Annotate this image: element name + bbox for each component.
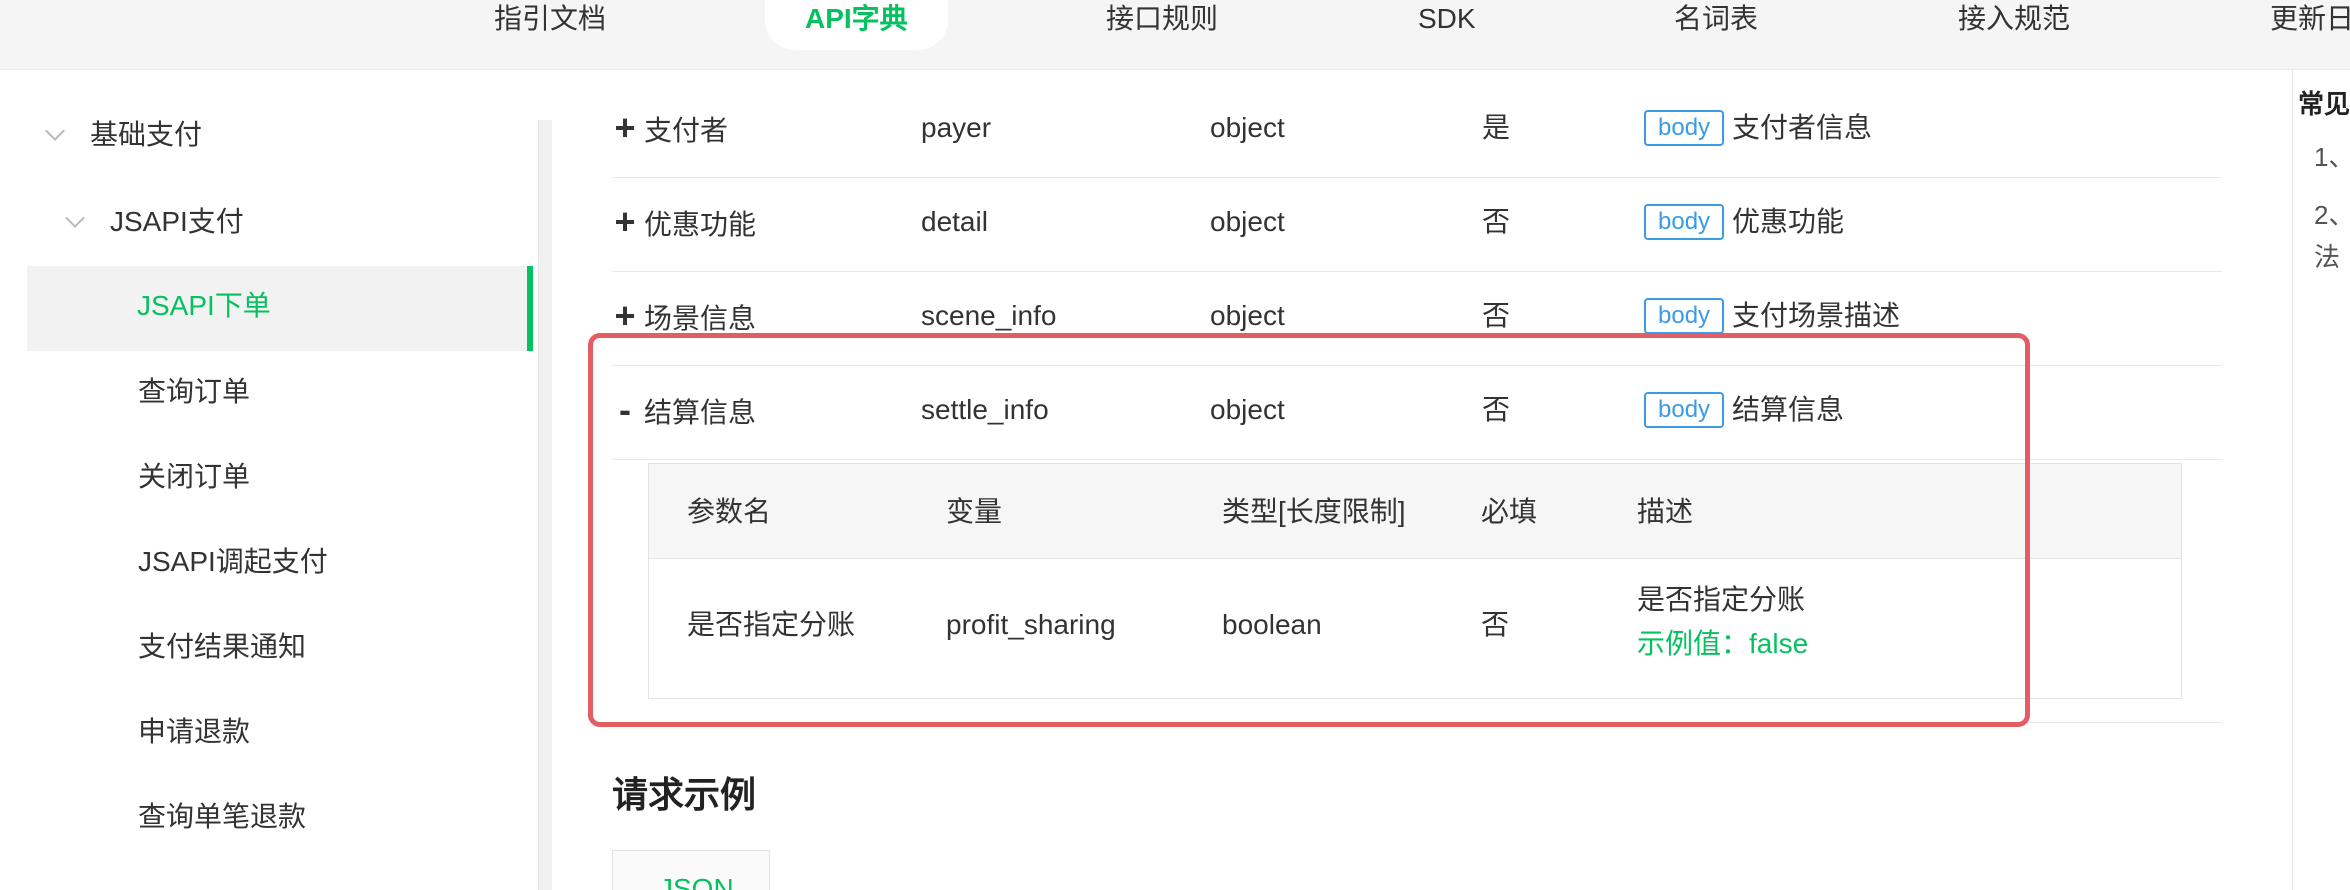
nav-tab-changelog[interactable]: 更新日 bbox=[2270, 0, 2350, 50]
right-panel-divider bbox=[2292, 70, 2293, 890]
body-tag: body bbox=[1644, 204, 1725, 240]
request-example-title: 请求示例 bbox=[612, 774, 757, 815]
top-nav: 指引文档 API字典 接口规则 SDK 名词表 接入规范 更新日 bbox=[0, 0, 2350, 70]
param-name: 场景信息 bbox=[644, 303, 757, 334]
param-name: 优惠功能 bbox=[644, 209, 757, 240]
sidebar-item-jsapi-order[interactable]: JSAPI下单 bbox=[27, 266, 533, 351]
nav-tab-glossary[interactable]: 名词表 bbox=[1674, 0, 1758, 50]
param-name-cell[interactable]: + 优惠功能 bbox=[612, 178, 756, 272]
tab-json[interactable]: JSON bbox=[612, 850, 770, 890]
right-panel-item[interactable]: 2、 bbox=[2314, 196, 2350, 234]
sidebar-item-close-order[interactable]: 关闭订单 bbox=[138, 457, 250, 497]
sidebar-item-refund[interactable]: 申请退款 bbox=[138, 712, 250, 752]
expand-icon[interactable]: + bbox=[612, 108, 638, 148]
nav-tab-api-rules[interactable]: 接口规则 bbox=[1106, 0, 1218, 50]
nav-tab-api-dictionary[interactable]: API字典 bbox=[765, 0, 948, 50]
sidebar-item-jsapi-invoke[interactable]: JSAPI调起支付 bbox=[138, 542, 328, 582]
body-tag: body bbox=[1644, 298, 1725, 334]
expand-icon[interactable]: + bbox=[612, 296, 638, 336]
right-panel-item[interactable]: 法 bbox=[2314, 238, 2340, 276]
sidebar-item-query-refund[interactable]: 查询单笔退款 bbox=[138, 797, 306, 837]
nav-tab-sdk[interactable]: SDK bbox=[1418, 0, 1476, 50]
param-type: object bbox=[1210, 206, 1285, 237]
sidebar-group-label: 基础支付 bbox=[90, 119, 203, 150]
highlight-box bbox=[588, 333, 2030, 727]
tab-json-label: JSON bbox=[659, 873, 734, 890]
param-variable: payer bbox=[921, 112, 992, 143]
param-type: object bbox=[1210, 112, 1285, 143]
param-desc-text: 优惠功能 bbox=[1732, 206, 1845, 237]
param-desc: body 优惠功能 bbox=[1644, 178, 1844, 272]
sidebar-item-query-order[interactable]: 查询订单 bbox=[138, 372, 250, 412]
expand-icon[interactable]: + bbox=[612, 202, 638, 242]
param-required: 是 bbox=[1482, 112, 1511, 143]
right-panel-title: 常见 bbox=[2298, 89, 2350, 119]
nav-tab-guide[interactable]: 指引文档 bbox=[494, 0, 606, 50]
param-variable: detail bbox=[921, 206, 988, 237]
sidebar-subgroup-label: JSAPI支付 bbox=[110, 206, 244, 237]
nav-tab-access-spec[interactable]: 接入规范 bbox=[1958, 0, 2070, 50]
sidebar-group-basic-pay[interactable]: 基础支付 bbox=[45, 115, 203, 155]
table-row: + 优惠功能 detail object 否 body 优惠功能 bbox=[612, 178, 2222, 272]
param-desc-text: 支付场景描述 bbox=[1732, 300, 1901, 331]
right-panel-item[interactable]: 1、 bbox=[2314, 138, 2350, 176]
param-desc-text: 支付者信息 bbox=[1732, 112, 1873, 143]
sidebar-item-pay-notify[interactable]: 支付结果通知 bbox=[138, 627, 306, 667]
sidebar-subgroup-jsapi[interactable]: JSAPI支付 bbox=[65, 202, 244, 242]
param-name-cell[interactable]: + 支付者 bbox=[612, 84, 728, 178]
param-desc: body 支付者信息 bbox=[1644, 84, 1872, 178]
sidebar-scrollbar[interactable] bbox=[538, 120, 552, 890]
sidebar: 基础支付 JSAPI支付 JSAPI下单 查询订单 关闭订单 JSAPI调起支付… bbox=[0, 70, 552, 890]
param-required: 否 bbox=[1482, 206, 1511, 237]
chevron-down-icon bbox=[65, 208, 85, 228]
chevron-down-icon bbox=[45, 121, 65, 141]
table-row: + 支付者 payer object 是 body 支付者信息 bbox=[612, 84, 2222, 178]
body-tag: body bbox=[1644, 110, 1725, 146]
param-name: 支付者 bbox=[644, 115, 729, 146]
sidebar-item-label: JSAPI下单 bbox=[137, 290, 271, 321]
